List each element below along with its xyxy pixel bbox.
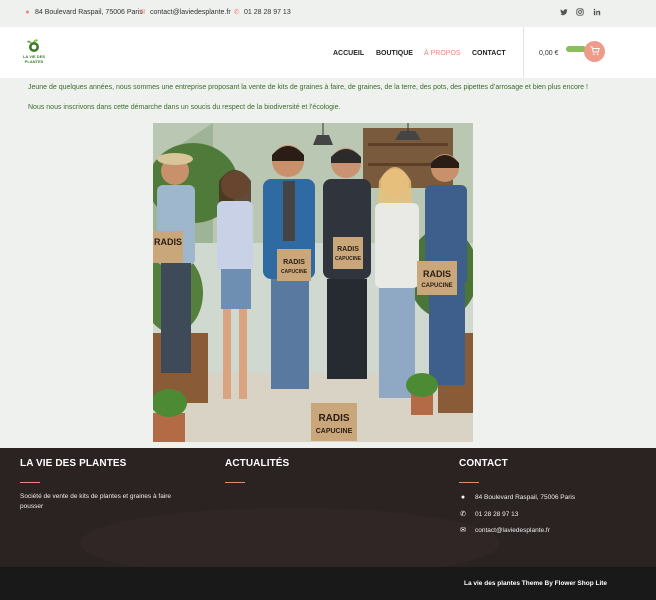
nav-boutique[interactable]: BOUTIQUE [376,50,413,57]
footer-divider-1 [20,482,40,483]
envelope-icon: ✉ [460,527,466,534]
footer-news-title: ACTUALITÉS [225,458,290,469]
svg-text:CAPUCINE: CAPUCINE [421,283,452,289]
nav-accueil[interactable]: ACCUEIL [333,50,364,57]
topbar-address: ● 84 Boulevard Raspail, 75006 Paris [24,9,143,16]
about-paragraph-2: Nous nous inscrivons dans cette démarche… [28,104,341,111]
location-pin-icon: ● [25,9,30,16]
footer-phone[interactable]: ✆ 01 28 28 97 13 [459,510,518,519]
topbar-phone-text[interactable]: 01 28 28 97 13 [244,9,291,16]
cart-indicator [566,46,586,52]
header-divider [523,27,524,78]
site-footer: LA VIE DES PLANTES Société de vente de k… [0,448,656,578]
location-pin-icon: ● [460,494,466,501]
svg-text:CAPUCINE: CAPUCINE [335,256,362,262]
topbar-address-text: 84 Boulevard Raspail, 75006 Paris [35,9,143,16]
svg-text:RADIS: RADIS [283,259,305,266]
site-logo[interactable]: LA VIE DES PLANTES [20,39,48,67]
twitter-icon[interactable] [560,8,568,18]
logo-text: LA VIE DES PLANTES [22,54,46,64]
footer-address: ● 84 Boulevard Raspail, 75006 Paris [459,494,575,501]
shopping-cart-icon [590,46,600,58]
nav-a-propos[interactable]: À PROPOS [424,50,461,57]
topbar-email[interactable]: ✉ contact@laviedesplante.fr [139,9,231,16]
footer-email[interactable]: ✉ contact@laviedesplante.fr [459,526,550,535]
phone-icon: ✆ [233,9,240,16]
footer-contact-title: CONTACT [459,458,508,469]
svg-text:RADIS: RADIS [318,413,349,424]
svg-text:CAPUCINE: CAPUCINE [281,269,308,275]
envelope-icon: ✉ [139,9,146,16]
topbar-email-text[interactable]: contact@laviedesplante.fr [150,9,231,16]
site-header: LA VIE DES PLANTES ACCUEIL BOUTIQUE À PR… [0,27,656,78]
footer-bottom-bar: La vie des plantes Theme By Flower Shop … [0,567,656,600]
svg-text:RADIS: RADIS [154,237,182,247]
footer-phone-text[interactable]: 01 28 28 97 13 [475,511,518,518]
linkedin-icon[interactable] [593,8,601,18]
footer-email-text[interactable]: contact@laviedesplante.fr [475,527,550,534]
phone-icon: ✆ [460,511,466,518]
plant-logo-icon [27,39,39,52]
instagram-icon[interactable] [576,8,584,18]
svg-text:CAPUCINE: CAPUCINE [316,428,353,435]
footer-address-text: 84 Boulevard Raspail, 75006 Paris [475,494,576,501]
svg-text:RADIS: RADIS [423,269,451,279]
footer-brand-title: LA VIE DES PLANTES [20,458,127,469]
footer-brand-description: Société de vente de kits de plantes et g… [20,493,172,510]
cart-button[interactable] [584,41,605,62]
about-paragraph-1: Jeune de quelques années, nous sommes un… [28,84,588,91]
nav-contact[interactable]: CONTACT [472,50,506,57]
footer-divider-3 [459,482,479,483]
footer-divider-2 [225,482,245,483]
top-info-bar: ● 84 Boulevard Raspail, 75006 Paris ✉ co… [0,0,656,26]
team-photo: RADIS RADIS CAPUCINE RADIS CAPUCINE RADI… [153,123,473,442]
theme-credit[interactable]: La vie des plantes Theme By Flower Shop … [464,580,607,587]
cart-total[interactable]: 0,00 € [539,50,558,57]
svg-text:RADIS: RADIS [337,246,359,253]
topbar-phone[interactable]: ✆ 01 28 28 97 13 [233,9,291,16]
